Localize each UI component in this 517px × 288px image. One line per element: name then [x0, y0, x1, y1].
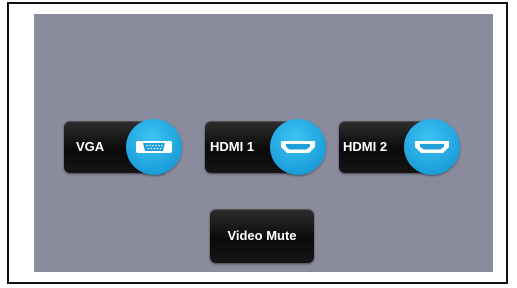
- hdmi2-source-label: HDMI 2: [343, 139, 388, 154]
- hdmi-port-icon[interactable]: [270, 119, 326, 175]
- hdmi1-source-label: HDMI 1: [210, 139, 255, 154]
- vga-source-label: VGA: [76, 139, 105, 154]
- hdmi-port-icon[interactable]: [404, 119, 460, 175]
- vga-port-icon[interactable]: [126, 119, 182, 175]
- video-mute-button[interactable]: Video Mute: [210, 209, 314, 263]
